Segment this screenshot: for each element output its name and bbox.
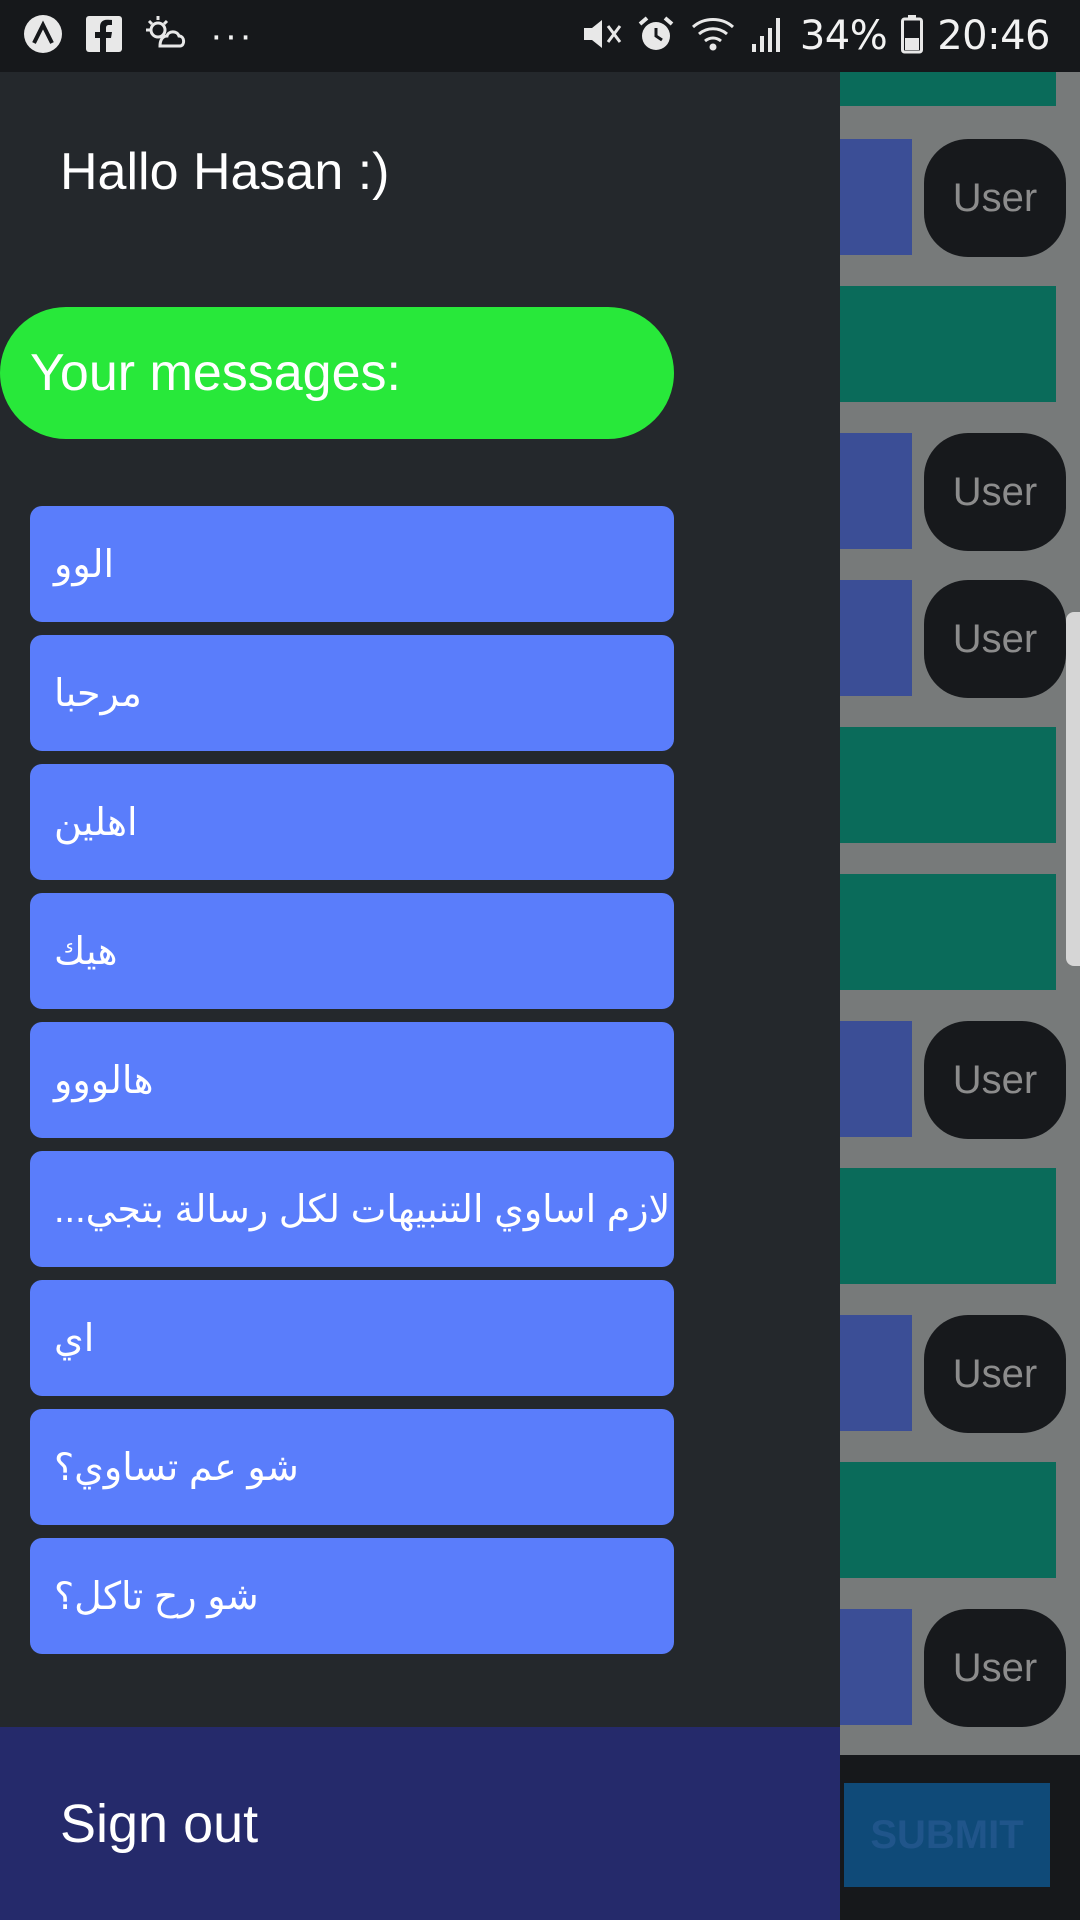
user-button[interactable]: User [924,1315,1066,1433]
greeting: Hallo Hasan :) [60,143,390,201]
battery-percent: 34% [799,13,888,59]
submit-button[interactable]: SUBMIT [844,1783,1050,1887]
navigation-drawer: Hallo Hasan :) Your messages: الوو مرحبا… [0,72,840,1920]
message-item[interactable]: اهلين [30,764,674,880]
message-item[interactable]: شو رح تاكل؟ [30,1538,674,1654]
status-bar-right: 34% 20:46 [580,10,1050,62]
battery-icon [901,14,924,59]
user-button[interactable]: User [924,580,1066,698]
message-item[interactable]: هيك [30,893,674,1009]
user-button[interactable]: User [924,433,1066,551]
mute-icon [580,14,622,59]
section-title: Your messages: [30,344,401,402]
facebook-icon [86,15,122,57]
user-button[interactable]: User [924,139,1066,257]
signal-icon [750,14,786,59]
weather-icon [144,14,188,59]
message-item[interactable]: هالووو [30,1022,674,1138]
sign-out-button[interactable]: Sign out [0,1727,840,1920]
vpn-icon [22,13,64,60]
wifi-icon [690,14,736,59]
status-bar-left: ··· [22,14,254,58]
message-list: الوو مرحبا اهلين هيك هالووو لازم اساوي ا… [30,506,674,1667]
message-item[interactable]: اي [30,1280,674,1396]
message-item[interactable]: الوو [30,506,674,622]
user-button[interactable]: User [924,1021,1066,1139]
message-item[interactable]: شو عم تساوي؟ [30,1409,674,1525]
section-header: Your messages: [0,307,674,439]
clock: 20:46 [937,13,1050,59]
more-dots-icon: ··· [210,14,254,57]
alarm-icon [636,14,676,59]
message-item[interactable]: مرحبا [30,635,674,751]
message-item[interactable]: لازم اساوي التنبيهات لكل رسالة بتجي... [30,1151,674,1267]
scroll-handle[interactable] [1066,612,1080,966]
user-button[interactable]: User [924,1609,1066,1727]
sign-out-label: Sign out [60,1793,259,1854]
status-bar: ··· 34% 20:46 [0,0,1080,72]
